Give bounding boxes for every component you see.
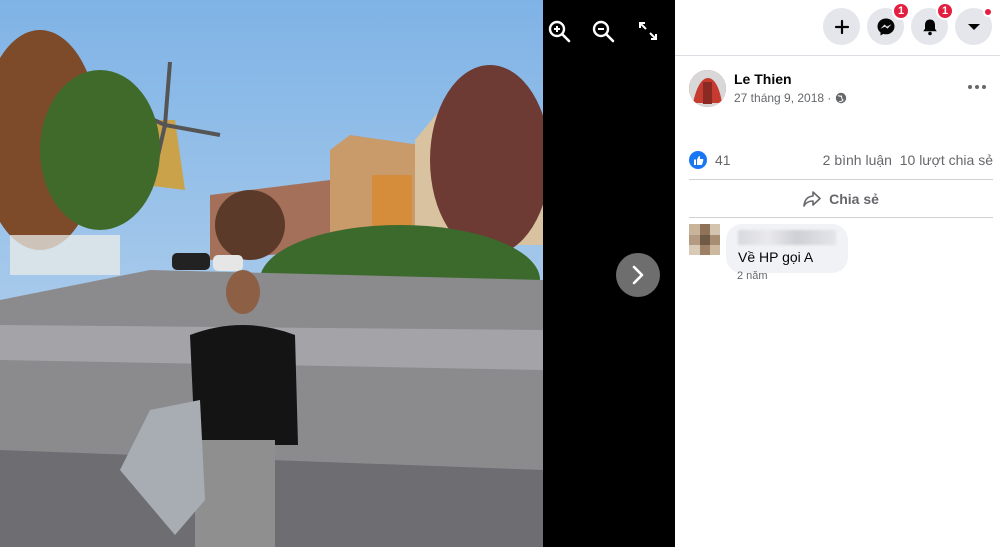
post-panel: 1 1 Le Thien 27 tháng 9, 2018 · 41 2 bìn…	[675, 0, 1000, 547]
commenter-name-blurred[interactable]	[738, 230, 836, 245]
share-icon	[803, 191, 821, 207]
zoom-in-icon[interactable]	[546, 18, 572, 44]
comment-text: Về HP gọi A	[738, 249, 814, 265]
notifications-button[interactable]: 1	[911, 2, 954, 45]
like-count[interactable]: 41	[715, 152, 731, 168]
messenger-icon	[877, 18, 894, 35]
post-stats: 41 2 bình luận 10 lượt chia sẻ	[689, 151, 993, 171]
comments-shares-count[interactable]: 2 bình luận 10 lượt chia sẻ	[823, 152, 993, 168]
divider	[689, 179, 993, 180]
caret-down-icon	[967, 23, 980, 30]
plus-icon	[834, 19, 849, 34]
chevron-right-icon	[632, 265, 644, 285]
share-button[interactable]: Chia sẻ	[689, 181, 993, 217]
divider	[689, 217, 993, 218]
author-avatar[interactable]	[689, 70, 726, 107]
author-name[interactable]: Le Thien	[734, 71, 792, 87]
account-alert-dot	[983, 7, 993, 17]
like-reaction-icon[interactable]	[689, 151, 707, 169]
next-photo-button[interactable]	[616, 253, 660, 297]
create-button[interactable]	[823, 8, 860, 45]
account-menu-button[interactable]	[955, 7, 993, 45]
messenger-badge: 1	[892, 2, 910, 20]
post-photo	[0, 0, 543, 547]
comment-time[interactable]: 2 năm	[737, 270, 768, 282]
fullscreen-icon[interactable]	[635, 18, 661, 44]
globe-icon	[836, 92, 847, 104]
messenger-button[interactable]: 1	[867, 2, 910, 45]
notifications-badge: 1	[936, 2, 954, 20]
comment-bubble: Về HP gọi A	[726, 224, 848, 273]
commenter-avatar[interactable]	[689, 224, 720, 255]
post-more-button[interactable]	[965, 78, 989, 98]
zoom-out-icon[interactable]	[590, 18, 616, 44]
share-label: Chia sẻ	[829, 191, 879, 207]
post-date-text[interactable]: 27 tháng 9, 2018 ·	[734, 91, 831, 105]
post-date: 27 tháng 9, 2018 ·	[734, 91, 847, 105]
photo-viewer	[0, 0, 675, 547]
top-bar: 1 1	[675, 0, 1000, 56]
bell-icon	[922, 19, 937, 35]
more-horizontal-icon	[968, 85, 986, 89]
post-header: Le Thien 27 tháng 9, 2018 ·	[689, 70, 989, 110]
